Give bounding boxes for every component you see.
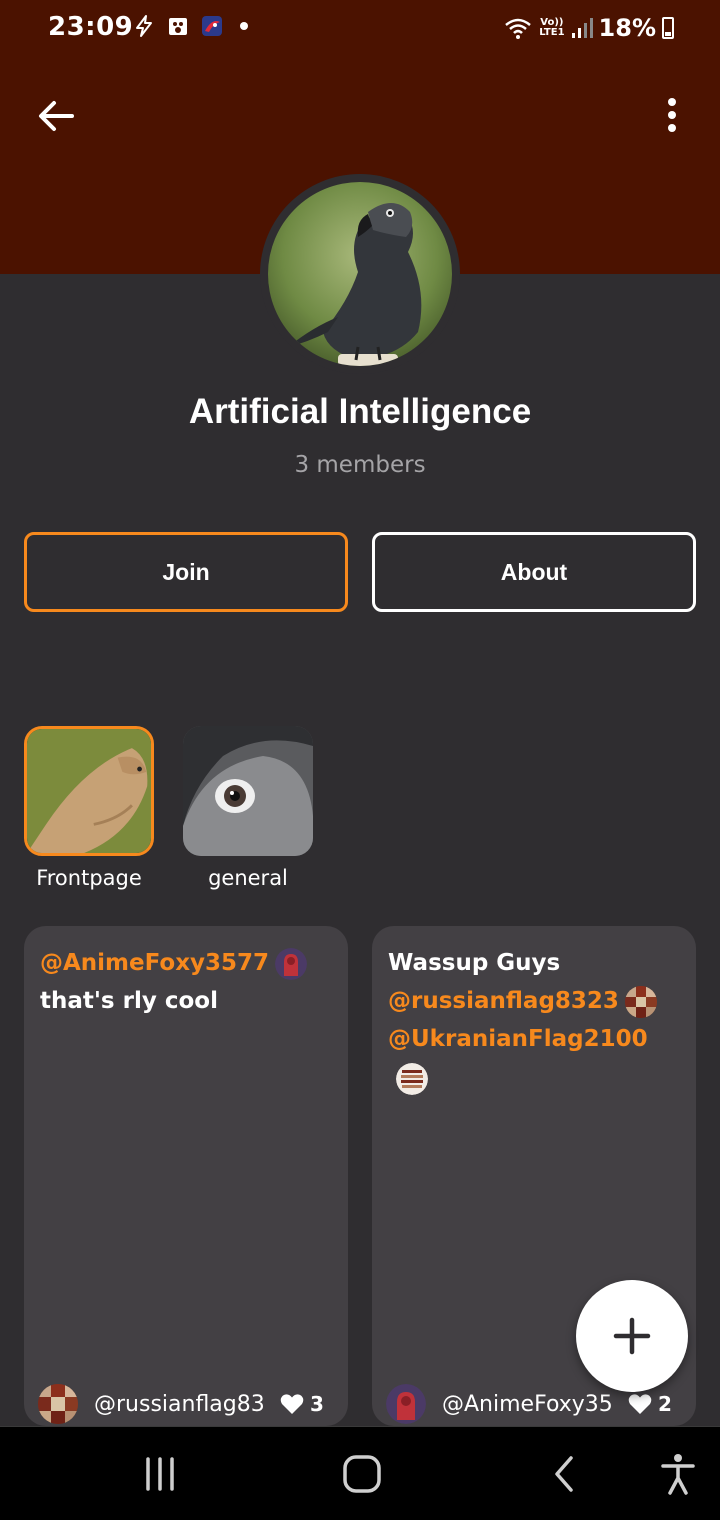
post-footer: @russianflag83 3 — [38, 1382, 338, 1426]
community-avatar-frame — [260, 174, 460, 374]
status-time: 23:09 — [48, 12, 134, 42]
home-icon — [343, 1455, 381, 1493]
like-count-value: 3 — [310, 1392, 324, 1416]
more-vertical-icon — [668, 98, 676, 132]
general-thumbnail — [183, 726, 313, 856]
post-mention[interactable]: @russianflag8323 — [388, 988, 619, 1014]
status-bar: 23:09 Vo)) LTE1 18% — [0, 0, 720, 60]
system-back-button[interactable] — [536, 1449, 592, 1499]
channel-label: general — [208, 866, 288, 890]
app-logo-icon — [202, 16, 222, 36]
community-title: Artificial Intelligence — [188, 392, 532, 431]
author-avatar-icon[interactable] — [38, 1384, 78, 1424]
more-notifications-dot — [240, 22, 248, 30]
about-button[interactable]: About — [372, 532, 696, 612]
back-button[interactable] — [32, 92, 80, 140]
wifi-icon — [505, 18, 532, 39]
volte-indicator: Vo)) LTE1 — [539, 18, 564, 38]
heart-icon — [628, 1394, 652, 1414]
accessibility-icon — [661, 1454, 695, 1495]
status-right: Vo)) LTE1 18% — [503, 14, 674, 42]
battery-icon — [662, 17, 674, 39]
accessibility-button[interactable] — [650, 1449, 706, 1499]
system-nav-bar — [0, 1426, 720, 1520]
member-count[interactable]: 3 members — [0, 452, 720, 478]
post-author[interactable]: @AnimeFoxy35 — [442, 1392, 618, 1417]
user-avatar-icon — [275, 947, 308, 980]
parrot-image — [268, 182, 452, 366]
post-card[interactable]: @AnimeFoxy3577 that's rly cool @russianf… — [24, 926, 348, 1426]
post-mention[interactable]: @UkranianFlag2100 — [388, 1026, 648, 1052]
post-mention[interactable]: @AnimeFoxy3577 — [40, 950, 269, 976]
like-count[interactable]: 3 — [280, 1392, 324, 1416]
notification-icons — [132, 14, 248, 38]
post-author[interactable]: @russianflag83 — [94, 1392, 270, 1417]
plus-icon — [613, 1317, 651, 1355]
recents-button[interactable] — [132, 1449, 188, 1499]
heart-icon — [280, 1394, 304, 1414]
signal-icon — [571, 18, 593, 38]
join-button[interactable]: Join — [24, 532, 348, 612]
channel-label: Frontpage — [36, 866, 142, 890]
user-avatar-icon — [624, 985, 657, 1018]
lte-label: LTE1 — [539, 27, 565, 38]
more-options-button[interactable] — [648, 92, 696, 140]
frontpage-thumbnail — [24, 726, 154, 856]
user-avatar-icon — [396, 1062, 428, 1095]
like-count[interactable]: 2 — [628, 1392, 672, 1416]
post-body: Wassup Guys @russianflag8323 @UkranianFl… — [388, 944, 680, 1096]
paw-app-icon — [169, 18, 187, 35]
arrow-left-icon — [39, 101, 74, 131]
channel-general[interactable]: general — [183, 726, 313, 890]
like-count-value: 2 — [658, 1392, 672, 1416]
post-title: Wassup Guys — [388, 950, 561, 976]
author-avatar-icon[interactable] — [386, 1384, 426, 1424]
post-body: @AnimeFoxy3577 that's rly cool — [40, 944, 332, 1020]
bolt-icon — [136, 15, 152, 37]
back-chevron-icon — [555, 1456, 573, 1492]
recents-icon — [146, 1457, 174, 1491]
battery-percent: 18% — [598, 14, 656, 42]
home-button[interactable] — [334, 1449, 390, 1499]
channel-frontpage[interactable]: Frontpage — [24, 726, 154, 890]
create-post-button[interactable] — [576, 1280, 688, 1392]
post-text: that's rly cool — [40, 988, 218, 1014]
